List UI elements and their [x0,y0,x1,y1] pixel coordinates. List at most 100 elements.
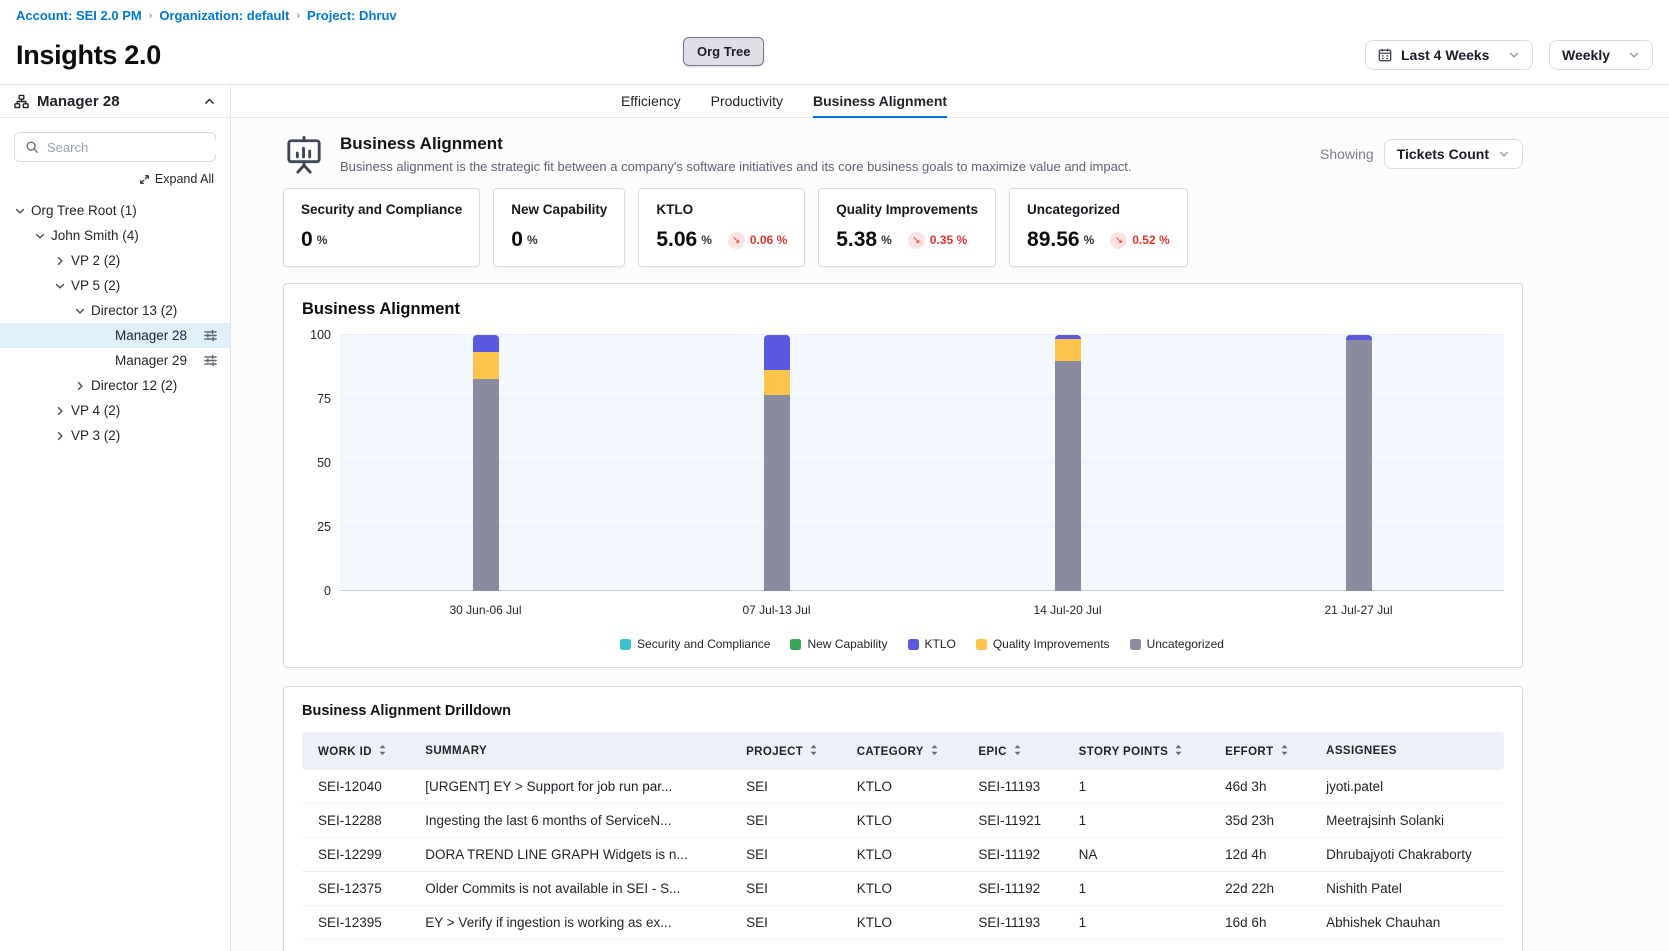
org-tree-button[interactable]: Org Tree [683,37,764,66]
cell-project: SEI [732,906,843,940]
metric-unit: % [317,233,328,247]
chevron-right-icon[interactable] [74,380,91,392]
bar-21-jul-27-jul[interactable] [1346,335,1372,591]
legend-label: Quality Improvements [993,637,1110,651]
column-header-assignees: ASSIGNEES [1312,732,1504,770]
breadcrumb-separator-icon: › [149,10,153,22]
legend-item-ktlo[interactable]: KTLO [908,637,956,651]
plot-area [340,335,1504,591]
sort-icon[interactable] [1174,744,1183,756]
tree-item-manager-29[interactable]: Manager 29 [0,348,230,373]
legend-item-quality-improvements[interactable]: Quality Improvements [976,637,1110,651]
table-row[interactable]: SEI-12395EY > Verify if ingestion is wor… [302,906,1504,940]
metric-card-title: Security and Compliance [301,202,462,217]
metric-cards: Security and Compliance0%New Capability0… [283,188,1523,267]
breadcrumb-link-organization[interactable]: Organization: default [159,8,289,23]
date-range-select[interactable]: Last 4 Weeks [1365,40,1533,70]
search-input[interactable] [47,140,223,155]
tab-efficiency[interactable]: Efficiency [621,85,681,118]
section-description: Business alignment is the strategic fit … [340,159,1132,174]
tree-item-label: VP 3 (2) [71,428,120,443]
tree-item-john-smith-4[interactable]: John Smith (4) [0,223,230,248]
tree-item-vp-5-2[interactable]: VP 5 (2) [0,273,230,298]
table-row[interactable]: SEI-12288Ingesting the last 6 months of … [302,804,1504,838]
column-header-category[interactable]: CATEGORY [843,732,965,770]
x-tick-label: 30 Jun-06 Jul [449,603,521,617]
metric-delta-value: 0.06 % [750,233,787,247]
sidebar: Manager 28 Expand All Org Tree Root (1)J… [0,85,231,951]
legend-swatch [908,639,919,650]
breadcrumb-link-account[interactable]: Account: SEI 2.0 PM [16,8,142,23]
sort-icon[interactable] [809,744,818,756]
cell-effort: 12d 4h [1211,838,1312,872]
column-header-story-points[interactable]: STORY POINTS [1065,732,1212,770]
chevron-down-icon[interactable] [74,305,91,317]
breadcrumb-separator-icon: › [296,10,300,22]
column-header-work-id[interactable]: WORK ID [302,732,411,770]
cell-story-points: 1 [1065,770,1212,804]
tree-item-label: VP 5 (2) [71,278,120,293]
tree-item-org-tree-root-1[interactable]: Org Tree Root (1) [0,198,230,223]
metric-delta: ↘0.35 % [908,232,967,249]
expand-all-link[interactable]: Expand All [0,170,230,190]
column-header-effort[interactable]: EFFORT [1211,732,1312,770]
chevron-right-icon[interactable] [54,255,71,267]
legend-item-new-capability[interactable]: New Capability [790,637,887,651]
tree-item-director-13-2[interactable]: Director 13 (2) [0,298,230,323]
tree-item-manager-28[interactable]: Manager 28 [0,323,230,348]
tree-item-vp-4-2[interactable]: VP 4 (2) [0,398,230,423]
legend-item-security-and-compliance[interactable]: Security and Compliance [620,637,770,651]
tree-item-director-12-2[interactable]: Director 12 (2) [0,373,230,398]
page-title: Insights 2.0 [16,40,161,71]
tab-productivity[interactable]: Productivity [711,85,783,118]
cell-effort: 22d 22h [1211,872,1312,906]
tree-item-vp-2-2[interactable]: VP 2 (2) [0,248,230,273]
chevron-right-icon[interactable] [54,405,71,417]
cell-epic: SEI-11193 [964,906,1064,940]
tab-business-alignment[interactable]: Business Alignment [813,85,947,118]
bar-14-jul-20-jul[interactable] [1055,335,1081,591]
sliders-icon[interactable] [203,353,218,368]
table-row[interactable]: SEI-12299DORA TREND LINE GRAPH Widgets i… [302,838,1504,872]
sort-icon[interactable] [378,744,387,756]
bar-30-jun-06-jul[interactable] [473,335,499,591]
column-header-project[interactable]: PROJECT [732,732,843,770]
content-scroll: Business Alignment Business alignment is… [231,118,1669,951]
legend-item-uncategorized[interactable]: Uncategorized [1130,637,1224,651]
chevron-up-icon[interactable] [203,95,216,108]
chevron-right-icon[interactable] [54,430,71,442]
cell-summary: DORA TREND LINE GRAPH Widgets is n... [411,838,732,872]
metric-card-title: Quality Improvements [836,202,978,217]
sort-icon[interactable] [930,744,939,756]
tab-bar: Efficiency Productivity Business Alignment [231,85,1669,118]
column-header-summary: SUMMARY [411,732,732,770]
section-text: Business Alignment Business alignment is… [340,134,1132,174]
cell-work-id: SEI-12395 [302,906,411,940]
showing-select[interactable]: Tickets Count [1384,139,1523,169]
column-header-epic[interactable]: EPIC [964,732,1064,770]
metric-card-new-capability: New Capability0% [493,188,625,267]
sliders-icon[interactable] [203,328,218,343]
chevron-down-icon[interactable] [14,205,31,217]
granularity-select[interactable]: Weekly [1549,40,1653,70]
metric-value: 5.38 [836,228,877,252]
breadcrumb-link-project[interactable]: Project: Dhruv [307,8,397,23]
gridline [340,462,1504,463]
bar-segment-quality-improvements [764,370,790,396]
sort-icon[interactable] [1013,744,1022,756]
legend-label: KTLO [925,637,956,651]
metric-unit: % [1084,233,1095,247]
tree-item-vp-3-2[interactable]: VP 3 (2) [0,423,230,448]
table-row[interactable]: SEI-12375Older Commits is not available … [302,872,1504,906]
cell-project: SEI [732,804,843,838]
metric-card-title: New Capability [511,202,607,217]
chevron-down-icon[interactable] [34,230,51,242]
sort-icon[interactable] [1280,744,1289,756]
x-tick-label: 21 Jul-27 Jul [1324,603,1392,617]
cell-epic: SEI-11192 [964,872,1064,906]
gridline [340,398,1504,399]
table-row[interactable]: SEI-12040[URGENT] EY > Support for job r… [302,770,1504,804]
bar-07-jul-13-jul[interactable] [764,335,790,591]
chevron-down-icon[interactable] [54,280,71,292]
cell-assignees: Abhishek Chauhan [1312,906,1504,940]
